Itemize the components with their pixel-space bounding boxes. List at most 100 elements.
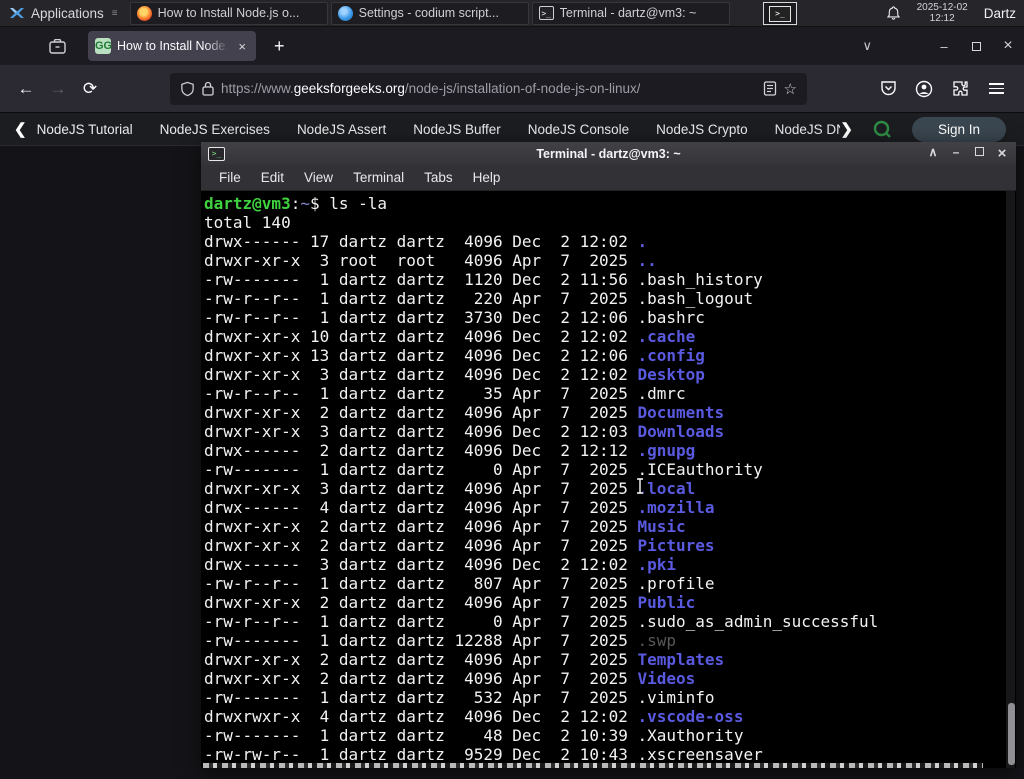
terminal-listing-row: drwxr-xr-x 2 dartz dartz 4096 Apr 7 2025… <box>204 517 1016 536</box>
list-all-tabs-chevron-icon[interactable]: ∨ <box>854 34 880 58</box>
nav-scroll-right-chevron-icon[interactable]: ❯ <box>840 120 853 138</box>
terminal-listing-row: drwx------ 2 dartz dartz 4096 Dec 2 12:1… <box>204 441 1016 460</box>
taskbar-window-button[interactable]: Settings - codium script... <box>330 1 529 25</box>
terminal-listing-row: drwxr-xr-x 2 dartz dartz 4096 Apr 7 2025… <box>204 593 1016 612</box>
new-tab-button[interactable]: + <box>266 34 293 59</box>
site-nav-item-nodejs-crypto[interactable]: NodeJS Crypto <box>656 122 748 137</box>
terminal-menu-tabs[interactable]: Tabs <box>414 170 463 185</box>
site-nav-item-nodejs-tutorial[interactable]: NodeJS Tutorial <box>37 122 133 137</box>
listing-filename: .. <box>637 251 657 270</box>
browser-toolbar: ← → ⟳ https://www.geeksforgeeks.org/node… <box>0 65 1024 113</box>
site-nav-item-nodejs-assert[interactable]: NodeJS Assert <box>297 122 386 137</box>
terminal-scrollbar[interactable] <box>1006 191 1015 768</box>
nav-scroll-left-chevron-icon[interactable]: ❮ <box>14 120 27 138</box>
listing-filename: .dmrc <box>637 384 686 403</box>
notification-bell-icon[interactable] <box>886 5 901 21</box>
listing-attributes: -rw-r--r-- 1 dartz dartz 0 Apr 7 2025 <box>204 612 638 631</box>
terminal-scrollbar-thumb[interactable] <box>1008 703 1015 765</box>
terminal-menu-help[interactable]: Help <box>463 170 511 185</box>
search-icon[interactable] <box>873 120 892 139</box>
listing-attributes: -rw------- 1 dartz dartz 48 Dec 2 10:39 <box>204 726 638 745</box>
pocket-button[interactable] <box>872 73 904 105</box>
listing-attributes: drwxrwxr-x 4 dartz dartz 4096 Dec 2 12:0… <box>204 707 638 726</box>
tab-title: How to Install Node.js on <box>117 39 229 53</box>
url-bar[interactable]: https://www.geeksforgeeks.org/node-js/in… <box>170 72 807 105</box>
terminal-menu-terminal[interactable]: Terminal <box>343 170 414 185</box>
listing-attributes: -rw-rw-r-- 1 dartz dartz 9529 Dec 2 10:4… <box>204 745 638 764</box>
terminal-listing-row: drwxr-xr-x 10 dartz dartz 4096 Dec 2 12:… <box>204 327 1016 346</box>
terminal-glyph-icon: >_ <box>769 5 791 22</box>
window-minimize-button[interactable]: – <box>928 39 960 54</box>
taskbar-window-button[interactable]: How to Install Node.js o... <box>129 1 328 25</box>
terminal-listing-row: -rw------- 1 dartz dartz 532 Apr 7 2025 … <box>204 688 1016 707</box>
listing-filename: .profile <box>637 574 715 593</box>
listing-filename: Public <box>637 593 696 612</box>
listing-attributes: drwxr-xr-x 2 dartz dartz 4096 Apr 7 2025 <box>204 536 638 555</box>
terminal-menu-edit[interactable]: Edit <box>251 170 294 185</box>
terminal-output: dartz@vm3:~$ ls -la total 140 drwx------ 1… <box>204 194 1016 764</box>
tab-close-icon[interactable]: × <box>235 39 249 54</box>
firefox-view-button[interactable] <box>42 33 72 59</box>
terminal-titlebar[interactable]: >_ Terminal - dartz@vm3: ~ ∧ – × <box>201 142 1016 165</box>
listing-filename: Documents <box>637 403 725 422</box>
listing-filename: Templates <box>637 650 725 669</box>
back-button[interactable]: ← <box>10 73 42 105</box>
listing-attributes: -rw-r--r-- 1 dartz dartz 3730 Dec 2 12:0… <box>204 308 638 327</box>
terminal-menu-view[interactable]: View <box>294 170 343 185</box>
clock-time: 12:12 <box>929 13 955 24</box>
listing-attributes: drwx------ 2 dartz dartz 4096 Dec 2 12:1… <box>204 441 638 460</box>
terminal-menu-file[interactable]: File <box>209 170 251 185</box>
panel-username[interactable]: Dartz <box>984 6 1016 21</box>
window-maximize-button[interactable] <box>960 39 992 54</box>
taskbar-window-button[interactable]: >_ Terminal - dartz@vm3: ~ <box>531 1 730 25</box>
terminal-listing-row: drwxrwxr-x 4 dartz dartz 4096 Dec 2 12:0… <box>204 707 1016 726</box>
listing-filename: .xscreensaver <box>637 745 763 764</box>
window-close-button[interactable]: × <box>992 37 1024 55</box>
terminal-listing-row: -rw-r--r-- 1 dartz dartz 220 Apr 7 2025 … <box>204 289 1016 308</box>
listing-attributes: drwxr-xr-x 3 dartz dartz 4096 Apr 7 2025 <box>204 479 638 498</box>
url-text: https://www.geeksforgeeks.org/node-js/in… <box>221 81 641 96</box>
terminal-listing-row: drwx------ 3 dartz dartz 4096 Dec 2 12:0… <box>204 555 1016 574</box>
panel-right-cluster: 2025-12-02 12:12 Dartz <box>886 2 1024 24</box>
browser-tab[interactable]: GG How to Install Node.js on × <box>88 31 256 61</box>
terminal-listing-row: -rw-rw-r-- 1 dartz dartz 9529 Dec 2 10:4… <box>204 745 1016 764</box>
puzzle-icon <box>952 81 968 96</box>
site-nav-item-nodejs-dns[interactable]: NodeJS DNS <box>775 122 841 137</box>
terminal-listing-row: -rw------- 1 dartz dartz 12288 Apr 7 202… <box>204 631 1016 650</box>
terminal-shade-button[interactable]: ∧ <box>926 145 940 162</box>
sign-in-button[interactable]: Sign In <box>911 116 1006 142</box>
listing-attributes: drwxr-xr-x 2 dartz dartz 4096 Apr 7 2025 <box>204 403 638 422</box>
menu-button[interactable] <box>980 73 1012 105</box>
terminal-listing-row: drwxr-xr-x 3 root root 4096 Apr 7 2025 .… <box>204 251 1016 270</box>
prompt-cwd: ~ <box>300 194 310 213</box>
reader-view-icon[interactable] <box>763 81 777 96</box>
clipped-text-line <box>203 763 983 768</box>
taskbar-window-title: How to Install Node.js o... <box>157 6 300 20</box>
listing-filename: .bashrc <box>637 308 705 327</box>
listing-filename: .bash_history <box>637 270 763 289</box>
codium-icon <box>337 5 353 21</box>
terminal-listing-row: drwx------ 4 dartz dartz 4096 Apr 7 2025… <box>204 498 1016 517</box>
site-nav-item-nodejs-console[interactable]: NodeJS Console <box>528 122 629 137</box>
tracking-shield-icon <box>181 81 194 96</box>
listing-attributes: drwxr-xr-x 13 dartz dartz 4096 Dec 2 12:… <box>204 346 638 365</box>
site-nav-item-nodejs-buffer[interactable]: NodeJS Buffer <box>413 122 501 137</box>
terminal-minimize-button[interactable]: – <box>949 145 963 162</box>
panel-clock[interactable]: 2025-12-02 12:12 <box>917 2 968 24</box>
tray-terminal-icon[interactable]: >_ <box>763 2 797 25</box>
terminal-listing-row: drwxr-xr-x 2 dartz dartz 4096 Apr 7 2025… <box>204 536 1016 555</box>
account-button[interactable] <box>908 73 940 105</box>
listing-attributes: drwxr-xr-x 3 root root 4096 Apr 7 2025 <box>204 251 638 270</box>
applications-menu[interactable]: Applications ≡ <box>0 0 127 26</box>
forward-button[interactable]: → <box>42 73 74 105</box>
reload-button[interactable]: ⟳ <box>74 73 106 105</box>
extensions-button[interactable] <box>944 73 976 105</box>
listing-attributes: -rw-r--r-- 1 dartz dartz 35 Apr 7 2025 <box>204 384 638 403</box>
bookmark-star-icon[interactable]: ☆ <box>784 80 797 98</box>
listing-attributes: drwxr-xr-x 10 dartz dartz 4096 Dec 2 12:… <box>204 327 638 346</box>
site-nav-item-nodejs-exercises[interactable]: NodeJS Exercises <box>160 122 270 137</box>
terminal-content[interactable]: dartz@vm3:~$ ls -la total 140 drwx------ 1… <box>201 191 1016 768</box>
terminal-listing-row: drwxr-xr-x 2 dartz dartz 4096 Apr 7 2025… <box>204 403 1016 422</box>
terminal-close-button[interactable]: × <box>995 145 1009 162</box>
terminal-maximize-button[interactable] <box>972 145 986 162</box>
